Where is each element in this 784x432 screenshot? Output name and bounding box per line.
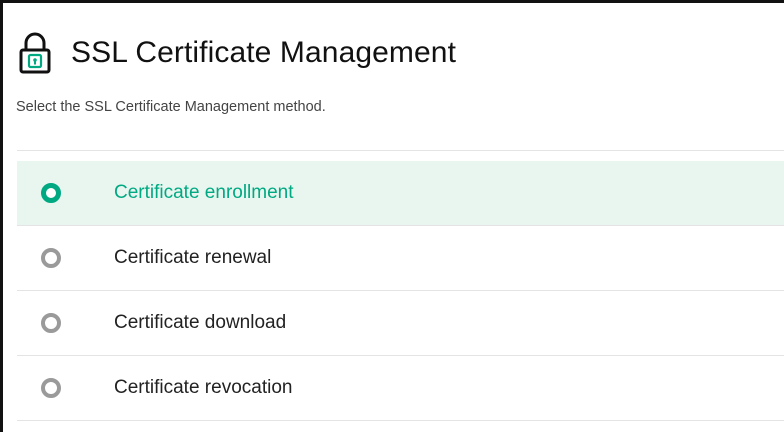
page-title: SSL Certificate Management <box>71 36 457 69</box>
option-certificate-download[interactable]: Certificate download <box>17 291 784 356</box>
radio-button-selected[interactable] <box>41 183 61 203</box>
page-subtitle: Select the SSL Certificate Management me… <box>16 99 326 115</box>
option-certificate-renewal[interactable]: Certificate renewal <box>17 226 784 291</box>
radio-button[interactable] <box>41 313 61 333</box>
radio-button[interactable] <box>41 378 61 398</box>
option-label: Certificate revocation <box>114 377 293 398</box>
radio-button[interactable] <box>41 248 61 268</box>
method-option-list: Certificate enrollment Certificate renew… <box>17 150 784 421</box>
page-header: SSL Certificate Management <box>17 25 456 81</box>
dialog-panel: SSL Certificate Management Select the SS… <box>0 0 784 432</box>
option-label: Certificate renewal <box>114 247 272 268</box>
option-label: Certificate enrollment <box>114 182 294 203</box>
lock-icon <box>17 31 53 75</box>
option-label: Certificate download <box>114 312 287 333</box>
option-certificate-enrollment[interactable]: Certificate enrollment <box>17 161 784 226</box>
option-certificate-revocation[interactable]: Certificate revocation <box>17 356 784 421</box>
